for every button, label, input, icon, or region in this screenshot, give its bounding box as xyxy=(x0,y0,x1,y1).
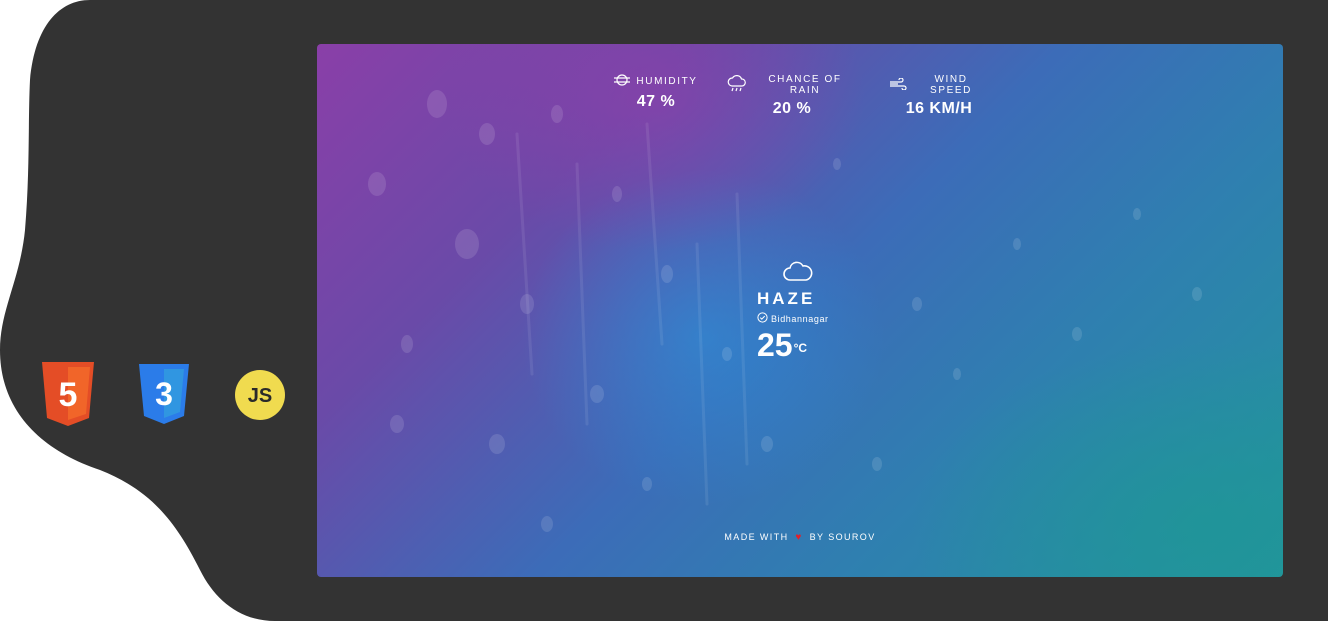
heart-icon: ♥ xyxy=(795,532,803,543)
temperature: 25 °C xyxy=(757,327,847,363)
humidity-label: HUMIDITY xyxy=(636,76,698,87)
location: Bidhannagar xyxy=(757,312,847,325)
chance-of-rain-stat: CHANCE OF RAIN 20 % xyxy=(727,74,857,118)
wind-speed-value: 16 KM/H xyxy=(905,100,973,117)
temperature-value: 25 xyxy=(757,327,793,363)
wind-icon xyxy=(889,76,907,93)
weather-condition: HAZE xyxy=(757,289,816,308)
footer-prefix: MADE WITH xyxy=(724,532,789,542)
cloud-icon xyxy=(783,260,847,287)
temperature-unit: °C xyxy=(793,341,808,355)
chance-of-rain-value: 20 % xyxy=(772,100,812,117)
weather-stats: HUMIDITY 47 % CHANCE OF RAIN 20 % WIND S… xyxy=(317,74,1283,124)
current-weather: HAZE Bidhannagar 25 °C xyxy=(757,260,847,363)
js-label: JS xyxy=(248,385,272,407)
footer-credit: MADE WITH ♥ BY SOUROV xyxy=(317,532,1283,543)
html5-number: 5 xyxy=(59,376,78,414)
css3-number: 3 xyxy=(155,376,173,412)
html5-icon: 5 xyxy=(40,362,96,426)
footer-suffix: BY SOUROV xyxy=(809,532,876,542)
javascript-icon: JS xyxy=(234,369,286,421)
chance-of-rain-label: CHANCE OF RAIN xyxy=(768,74,842,96)
page: 5 3 JS HUMIDITY 47 % CHANCE OF RAIN 20 %… xyxy=(0,0,1328,621)
weather-app-window: HUMIDITY 47 % CHANCE OF RAIN 20 % WIND S… xyxy=(317,44,1283,577)
humidity-stat: HUMIDITY 47 % xyxy=(613,74,699,111)
wind-speed-label: WIND SPEED xyxy=(930,74,972,96)
css3-icon: 3 xyxy=(138,364,190,424)
rain-cloud-icon xyxy=(727,74,747,96)
location-name: Bidhannagar xyxy=(771,313,829,324)
humidity-icon xyxy=(614,74,631,89)
humidity-value: 47 % xyxy=(636,93,676,110)
location-check-icon xyxy=(757,312,768,325)
wind-speed-stat: WIND SPEED 16 KM/H xyxy=(889,74,989,118)
